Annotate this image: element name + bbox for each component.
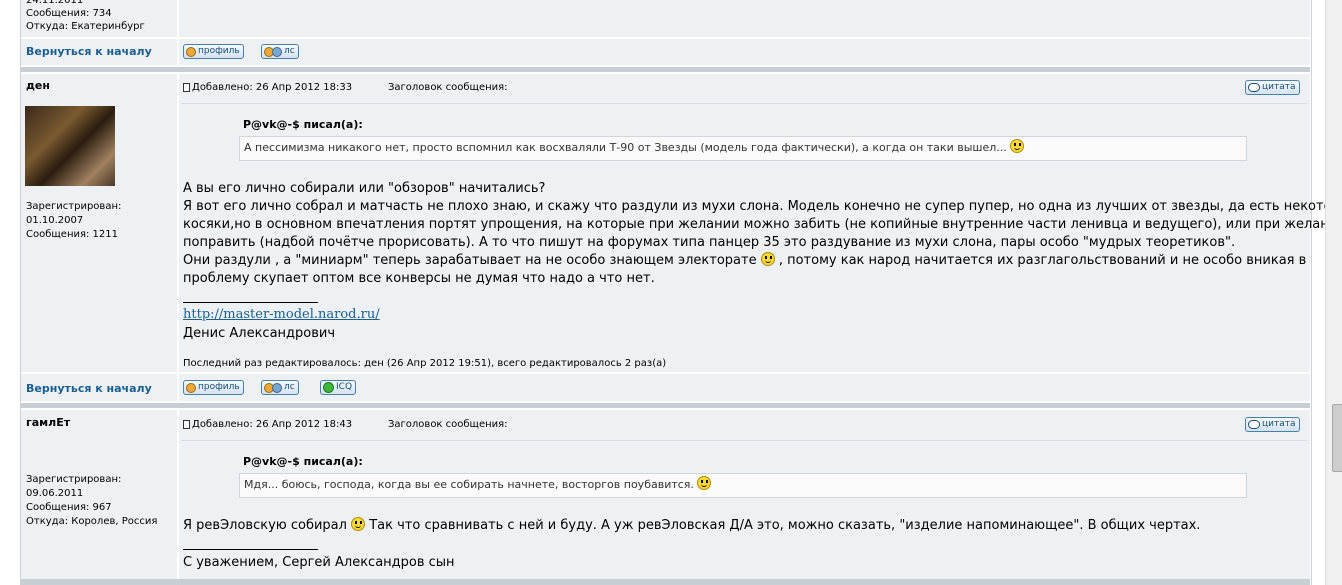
post2-author-name[interactable]: гамлЕт xyxy=(26,416,70,430)
quote-icon xyxy=(1248,83,1260,92)
post2-added: Добавлено: 26 Апр 2012 18:43 xyxy=(192,419,353,430)
post1-body-line: А вы его лично собирали или "обзоров" на… xyxy=(183,181,546,196)
post1-added: Добавлено: 26 Апр 2012 18:33 xyxy=(192,82,353,93)
post2-subject-label: Заголовок сообщения: xyxy=(388,419,508,430)
icq-flower-icon xyxy=(323,382,334,393)
scrollbar-thumb[interactable] xyxy=(1332,404,1342,472)
profile-button[interactable]: профиль xyxy=(183,44,244,59)
post1-author-column: ден Зарегистрирован: 01.10.2007 Сообщени… xyxy=(21,74,177,372)
user-icon xyxy=(186,46,196,57)
post2-registered-date: 09.06.2011 xyxy=(26,488,84,499)
smile-icon xyxy=(697,476,712,490)
users-icon-second xyxy=(272,46,282,57)
post1-body-line5a: Они раздули , а "миниарм" теперь зарабат… xyxy=(183,253,757,268)
icq-button-label: ICQ xyxy=(336,382,353,392)
pm-button[interactable]: лс xyxy=(261,44,299,59)
post2-author-column: гамлЕт Зарегистрирован: 09.06.2011 Сообщ… xyxy=(21,410,177,585)
signature-divider xyxy=(183,302,318,303)
users-icon-second xyxy=(272,382,282,393)
post1-body-column: Добавлено: 26 Апр 2012 18:33 Заголовок с… xyxy=(179,74,1342,372)
avatar xyxy=(25,106,115,186)
signature-link[interactable]: http://master-model.narod.ru/ xyxy=(183,307,380,322)
post2-registered-label: Зарегистрирован: xyxy=(26,474,122,485)
post-separator xyxy=(21,67,1310,72)
post1-edited-note: Последний раз редактировалось: ден (26 А… xyxy=(183,358,667,369)
post-icon xyxy=(183,82,190,92)
post1-header: Добавлено: 26 Апр 2012 18:33 xyxy=(183,81,352,95)
post1-registered-label: Зарегистрирован: xyxy=(26,201,122,212)
top-profile-messages: Сообщения: 734 xyxy=(26,8,112,19)
post1-quote-text: А пессимизма никакого нет, просто вспомн… xyxy=(244,141,1007,154)
quote-button-label: цитата xyxy=(1262,82,1296,92)
quote-icon xyxy=(1248,420,1260,429)
top-profile-column: 24.11.2011 Сообщения: 734 Откуда: Екатер… xyxy=(21,0,177,37)
post2-quote-author: P@vk@-$ писал(а): xyxy=(243,455,363,468)
post-icon xyxy=(183,419,190,429)
smile-icon xyxy=(1010,139,1025,153)
post-separator xyxy=(21,579,1310,585)
post2-from: Откуда: Королев, Россия xyxy=(26,516,158,527)
pm-button-label: лс xyxy=(284,382,295,392)
header-divider xyxy=(181,440,1307,441)
post2-signature-name: С уважением, Сергей Александров сын xyxy=(183,555,455,570)
top-actions-cell: профиль лс xyxy=(179,39,1310,65)
top-post-body xyxy=(179,0,1310,37)
post2-body-a: Я ревЭловскую собирал xyxy=(183,518,347,533)
pm-button-label: лс xyxy=(284,46,295,56)
header-divider xyxy=(181,103,1307,104)
post1-body-line: Я вот его лично собрал и матчасть не пло… xyxy=(183,199,1342,214)
post1-signature-name: Денис Александрович xyxy=(183,326,336,341)
forum-topic: 24.11.2011 Сообщения: 734 Откуда: Екатер… xyxy=(20,0,1342,585)
profile-button-label: профиль xyxy=(198,382,240,392)
post1-author-name[interactable]: ден xyxy=(26,79,50,93)
post1-body-line: Они раздули , а "миниарм" теперь зарабат… xyxy=(183,252,1306,270)
post1-back-cell: Вернуться к началу xyxy=(21,374,177,401)
post2-body-line: Я ревЭловскую собирал Так что сравнивать… xyxy=(183,517,1200,535)
grin-icon xyxy=(351,517,366,531)
post-separator xyxy=(21,403,1310,408)
vertical-scrollbar[interactable] xyxy=(1325,0,1342,585)
post1-quote-box: А пессимизма никакого нет, просто вспомн… xyxy=(239,136,1247,161)
post2-messages: Сообщения: 967 xyxy=(26,502,112,513)
post1-body-line: проблему скупает оптом все конверсы не д… xyxy=(183,271,655,286)
quote-button[interactable]: цитата xyxy=(1245,80,1300,95)
top-back-cell: Вернуться к началу xyxy=(21,39,177,65)
post2-quote-box: Мдя... боюсь, господа, когда вы ее собир… xyxy=(239,473,1247,498)
post1-messages: Сообщения: 1211 xyxy=(26,229,119,240)
post2-header: Добавлено: 26 Апр 2012 18:43 xyxy=(183,418,352,432)
back-to-top-link[interactable]: Вернуться к началу xyxy=(26,45,152,58)
quote-button[interactable]: цитата xyxy=(1245,417,1300,432)
post2-quote-text: Мдя... боюсь, господа, когда вы ее собир… xyxy=(244,478,694,491)
pm-button[interactable]: лс xyxy=(261,380,299,395)
icq-button[interactable]: ICQ xyxy=(320,380,357,395)
post1-body-line: поправить (надбой почётче прорисовать). … xyxy=(183,235,1236,250)
profile-button[interactable]: профиль xyxy=(183,380,244,395)
post1-actions-cell: профиль лс ICQ xyxy=(179,374,1310,401)
post1-body-line: косяки,но в основном впечатления портят … xyxy=(183,217,1342,232)
top-profile-from: Откуда: Екатеринбург xyxy=(26,21,145,32)
post1-body-line5b: , потому как народ начитается их разглаг… xyxy=(778,253,1307,268)
user-icon xyxy=(186,382,196,393)
quote-button-label: цитата xyxy=(1262,419,1296,429)
post2-body-column: Добавлено: 26 Апр 2012 18:43 Заголовок с… xyxy=(179,410,1310,585)
signature-divider xyxy=(183,549,318,550)
post2-body-b: Так что сравнивать с ней и буду. А уж ре… xyxy=(369,518,1201,533)
post1-registered-date: 01.10.2007 xyxy=(26,215,84,226)
post1-subject-label: Заголовок сообщения: xyxy=(388,82,508,93)
grin-icon xyxy=(760,252,775,266)
post1-quote-author: P@vk@-$ писал(а): xyxy=(243,118,363,131)
back-to-top-link[interactable]: Вернуться к началу xyxy=(26,382,152,395)
profile-button-label: профиль xyxy=(198,46,240,56)
